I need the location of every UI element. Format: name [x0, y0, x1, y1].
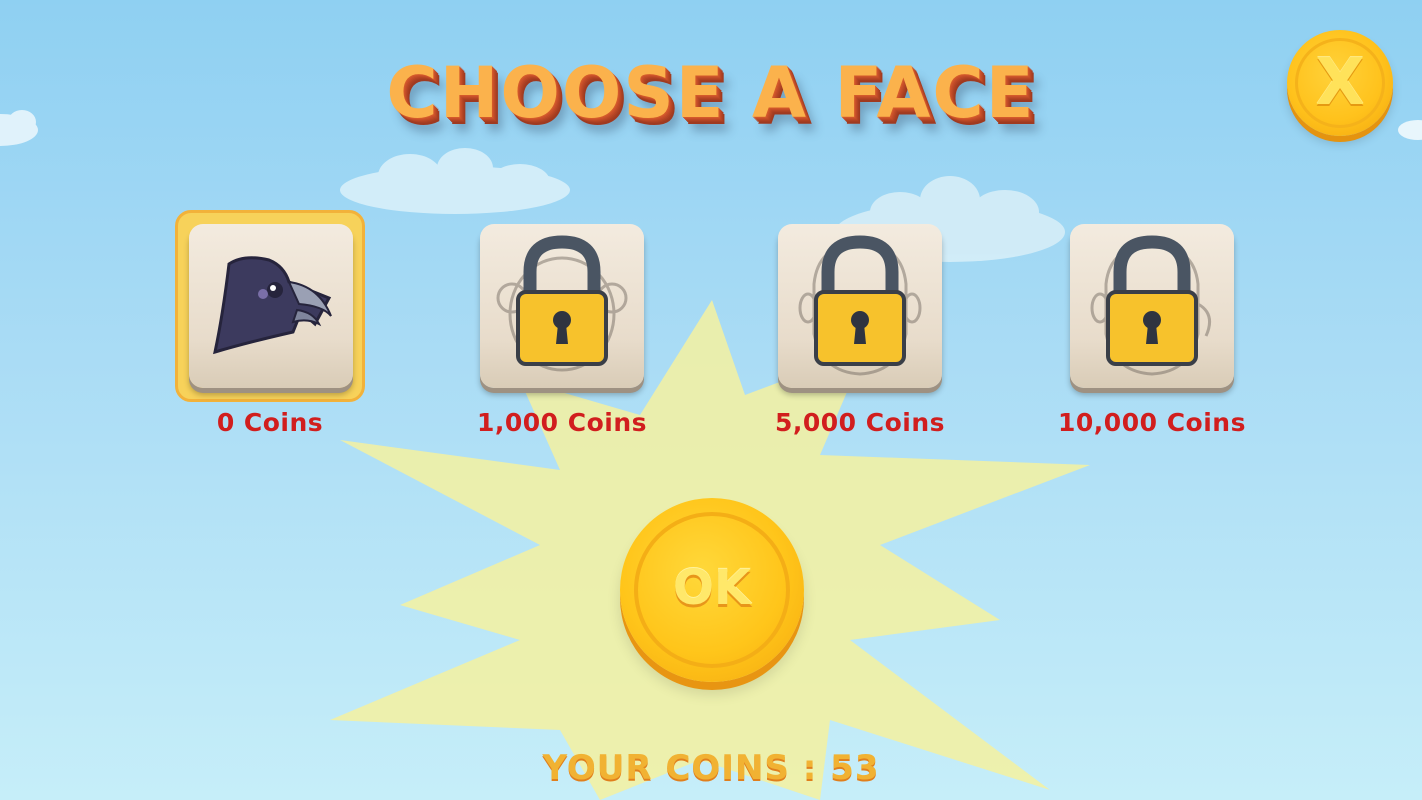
page-title: CHOOSE A FACE — [386, 52, 1036, 134]
face-card[interactable] — [1070, 224, 1234, 388]
monkey-face-icon — [496, 235, 628, 372]
close-button[interactable]: X — [1287, 30, 1393, 136]
ok-button[interactable]: OK — [620, 498, 804, 682]
face-option-old-man[interactable] — [1070, 224, 1260, 414]
man-face-icon — [798, 235, 922, 376]
padlock-icon — [1106, 235, 1198, 366]
face-option-man[interactable] — [778, 224, 968, 414]
price-label: 5,000 Coins — [774, 408, 946, 437]
price-label: 1,000 Coins — [476, 408, 648, 437]
price-label: 0 Coins — [216, 408, 324, 437]
padlock-icon — [814, 235, 906, 366]
ok-button-label: OK — [673, 560, 751, 616]
coin-balance: YOUR COINS : 53 — [542, 748, 880, 788]
close-icon: X — [1315, 46, 1365, 120]
face-card[interactable] — [480, 224, 644, 388]
cloud-middle — [340, 148, 570, 214]
price-label: 10,000 Coins — [1058, 408, 1246, 437]
face-option-monkey[interactable] — [480, 224, 670, 414]
face-card[interactable] — [189, 224, 353, 388]
old-man-face-icon — [1090, 235, 1212, 376]
face-card[interactable] — [778, 224, 942, 388]
crow-face-icon — [213, 256, 332, 355]
face-option-crow[interactable] — [175, 210, 379, 414]
padlock-icon — [516, 235, 608, 366]
